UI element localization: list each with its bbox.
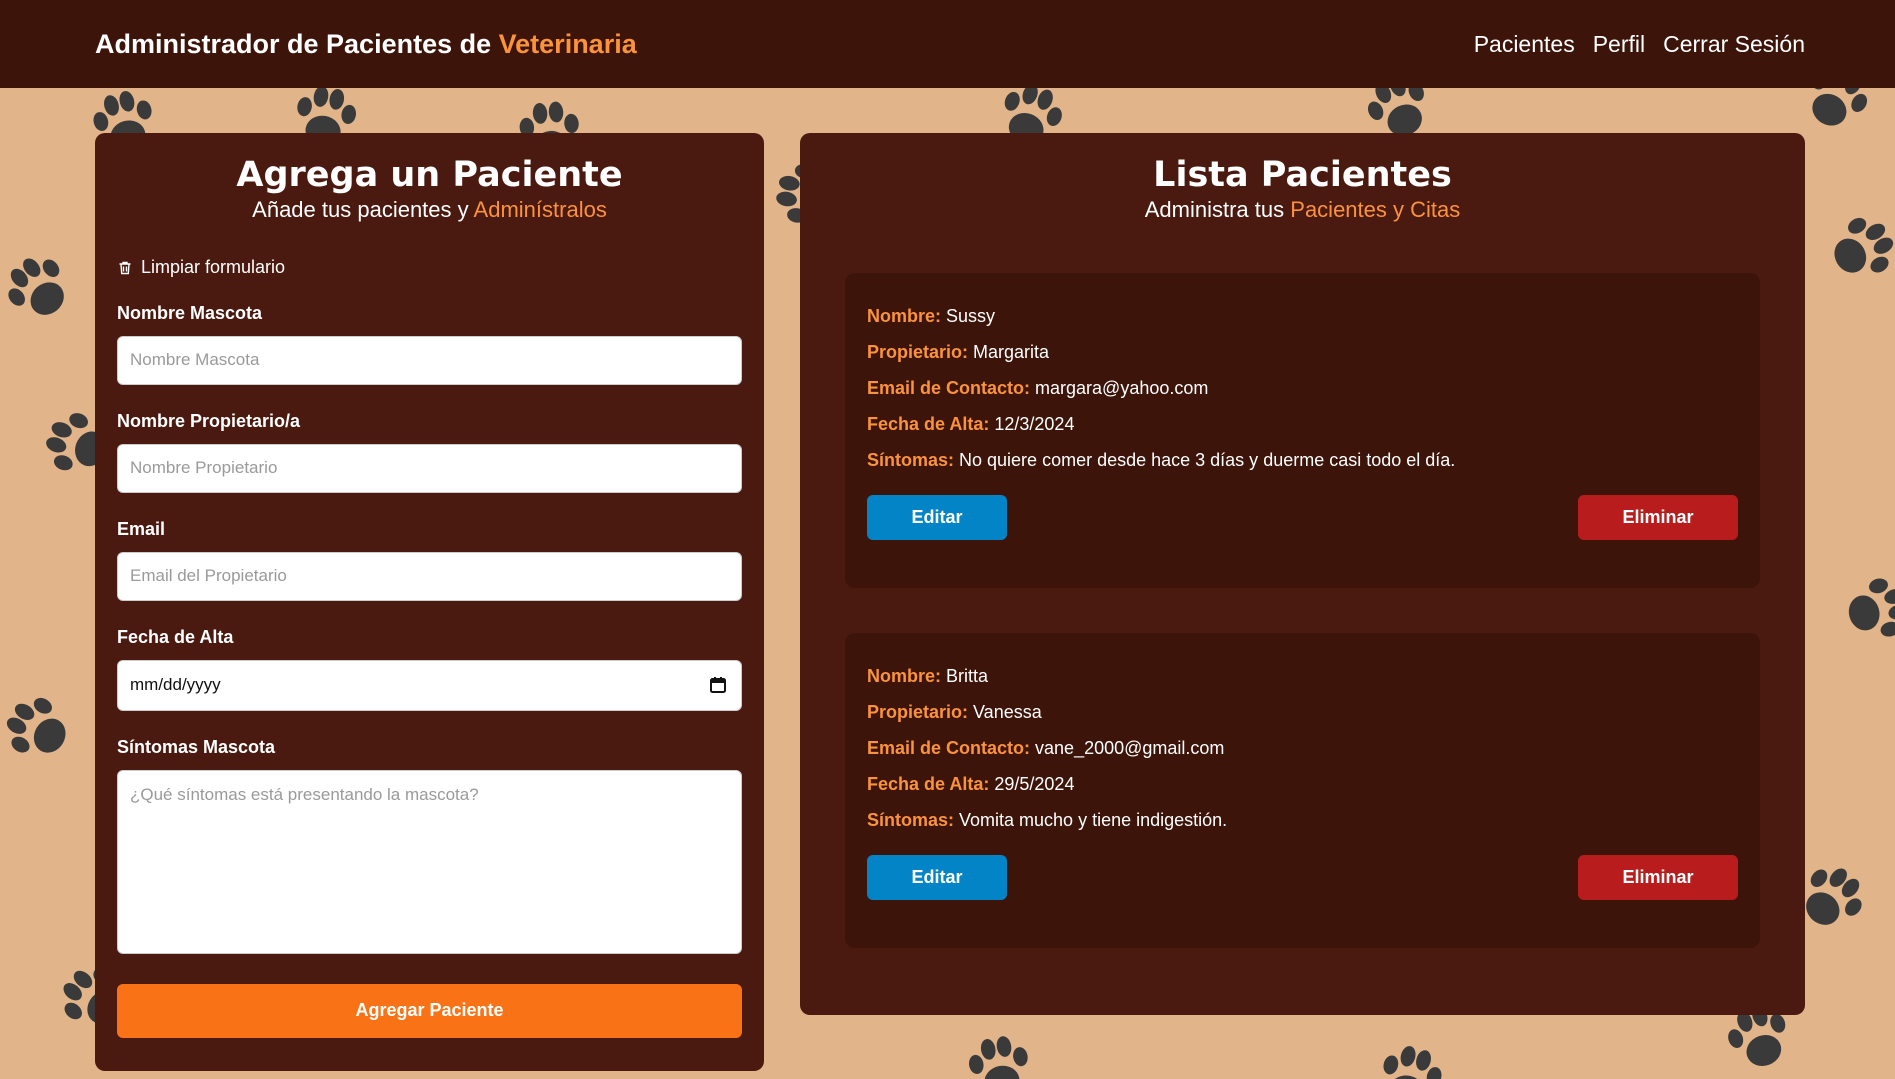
add-patient-button[interactable]: Agregar Paciente xyxy=(117,983,742,1038)
paw-print-icon xyxy=(1848,578,1895,637)
patient-symptoms-row: Síntomas: Vomita mucho y tiene indigestió… xyxy=(867,809,1738,831)
date-input[interactable] xyxy=(117,659,742,711)
field-key: Propietario: xyxy=(867,702,969,722)
patient-email: vane_2000@gmail.com xyxy=(1035,738,1225,758)
paw-print-icon xyxy=(6,697,66,753)
top-navbar: Administrador de Pacientes de Veterinari… xyxy=(0,0,1895,88)
patient-name-row: Nombre: Sussy xyxy=(867,305,1738,327)
field-key: Síntomas: xyxy=(867,450,955,470)
nav-link-cerrar-sesion[interactable]: Cerrar Sesión xyxy=(1663,31,1805,58)
field-key: Email de Contacto: xyxy=(867,738,1031,758)
app-title: Administrador de Pacientes de Veterinari… xyxy=(95,29,637,60)
nav-link-perfil[interactable]: Perfil xyxy=(1593,31,1645,58)
patient-actions: Editar Eliminar xyxy=(867,495,1738,540)
clear-form-button[interactable]: Limpiar formulario xyxy=(117,257,285,278)
field-key: Síntomas: xyxy=(867,810,955,830)
field-key: Fecha de Alta: xyxy=(867,774,990,794)
patient-email-row: Email de Contacto: vane_2000@gmail.com xyxy=(867,737,1738,759)
add-patient-panel: Agrega un Paciente Añade tus pacientes y… xyxy=(95,133,764,1071)
patient-card: Nombre: Britta Propietario: Vanessa Email … xyxy=(845,633,1760,948)
form-title: Agrega un Paciente xyxy=(236,155,623,195)
app-title-accent: Veterinaria xyxy=(498,28,637,59)
patient-card: Nombre: Sussy Propietario: Margarita Email… xyxy=(845,273,1760,588)
date-field xyxy=(117,659,742,711)
owner-name-input[interactable] xyxy=(117,443,742,493)
delete-button[interactable]: Eliminar xyxy=(1578,495,1738,540)
field-key: Email de Contacto: xyxy=(867,378,1031,398)
patient-symptoms: No quiere comer desde hace 3 días y duer… xyxy=(959,450,1456,470)
patient-date-row: Fecha de Alta: 29/5/2024 xyxy=(867,773,1738,795)
patient-list-panel: Lista Pacientes Administra tus Pacientes… xyxy=(800,133,1805,1015)
form-subtitle-accent: Adminístralos xyxy=(473,197,607,222)
patient-date-row: Fecha de Alta: 12/3/2024 xyxy=(867,413,1738,435)
patient-date: 12/3/2024 xyxy=(994,414,1075,434)
app-title-prefix: Administrador de Pacientes de xyxy=(95,28,492,59)
paw-print-icon xyxy=(1383,1046,1442,1079)
list-subtitle: Administra tus Pacientes y Citas xyxy=(845,197,1760,223)
date-label: Fecha de Alta xyxy=(117,626,234,647)
edit-button[interactable]: Editar xyxy=(867,495,1007,540)
pet-name-label: Nombre Mascota xyxy=(117,302,263,323)
paw-print-icon xyxy=(968,1036,1028,1079)
patient-actions: Editar Eliminar xyxy=(867,855,1738,900)
patient-owner-row: Propietario: Margarita xyxy=(867,341,1738,363)
edit-button[interactable]: Editar xyxy=(867,855,1007,900)
patient-name-row: Nombre: Britta xyxy=(867,665,1738,687)
list-title: Lista Pacientes xyxy=(1153,155,1452,195)
list-subtitle-prefix: Administra tus xyxy=(1144,197,1285,222)
email-label: Email xyxy=(117,518,166,539)
patient-owner: Margarita xyxy=(973,342,1050,362)
pet-name-input[interactable] xyxy=(117,335,742,385)
patient-name: Sussy xyxy=(946,306,996,326)
paw-print-icon xyxy=(1834,217,1894,273)
calendar-icon[interactable] xyxy=(708,675,728,695)
delete-button[interactable]: Eliminar xyxy=(1578,855,1738,900)
field-key: Nombre: xyxy=(867,666,942,686)
field-key: Propietario: xyxy=(867,342,969,362)
nav-link-pacientes[interactable]: Pacientes xyxy=(1474,31,1575,58)
list-subtitle-accent: Pacientes y Citas xyxy=(1290,197,1461,222)
field-key: Fecha de Alta: xyxy=(867,414,990,434)
patient-date: 29/5/2024 xyxy=(994,774,1075,794)
patient-name: Britta xyxy=(946,666,989,686)
trash-icon xyxy=(119,261,131,274)
nav-links: Pacientes Perfil Cerrar Sesión xyxy=(1474,31,1805,58)
email-input[interactable] xyxy=(117,551,742,601)
patient-email: margara@yahoo.com xyxy=(1035,378,1209,398)
patient-owner-row: Propietario: Vanessa xyxy=(867,701,1738,723)
patient-owner: Vanessa xyxy=(973,702,1042,722)
paw-print-icon xyxy=(8,258,64,315)
patient-symptoms-row: Síntomas: No quiere comer desde hace 3 dí… xyxy=(867,449,1738,471)
symptoms-label: Síntomas Mascota xyxy=(117,736,276,757)
symptoms-textarea[interactable] xyxy=(117,769,742,954)
field-key: Nombre: xyxy=(867,306,942,326)
clear-form-label: Limpiar formulario xyxy=(141,257,286,277)
owner-name-label: Nombre Propietario/a xyxy=(117,410,301,431)
form-subtitle-prefix: Añade tus pacientes y xyxy=(252,197,469,222)
patient-email-row: Email de Contacto: margara@yahoo.com xyxy=(867,377,1738,399)
form-subtitle: Añade tus pacientes y Adminístralos xyxy=(117,197,742,223)
patient-symptoms: Vomita mucho y tiene indigestión. xyxy=(959,810,1228,830)
